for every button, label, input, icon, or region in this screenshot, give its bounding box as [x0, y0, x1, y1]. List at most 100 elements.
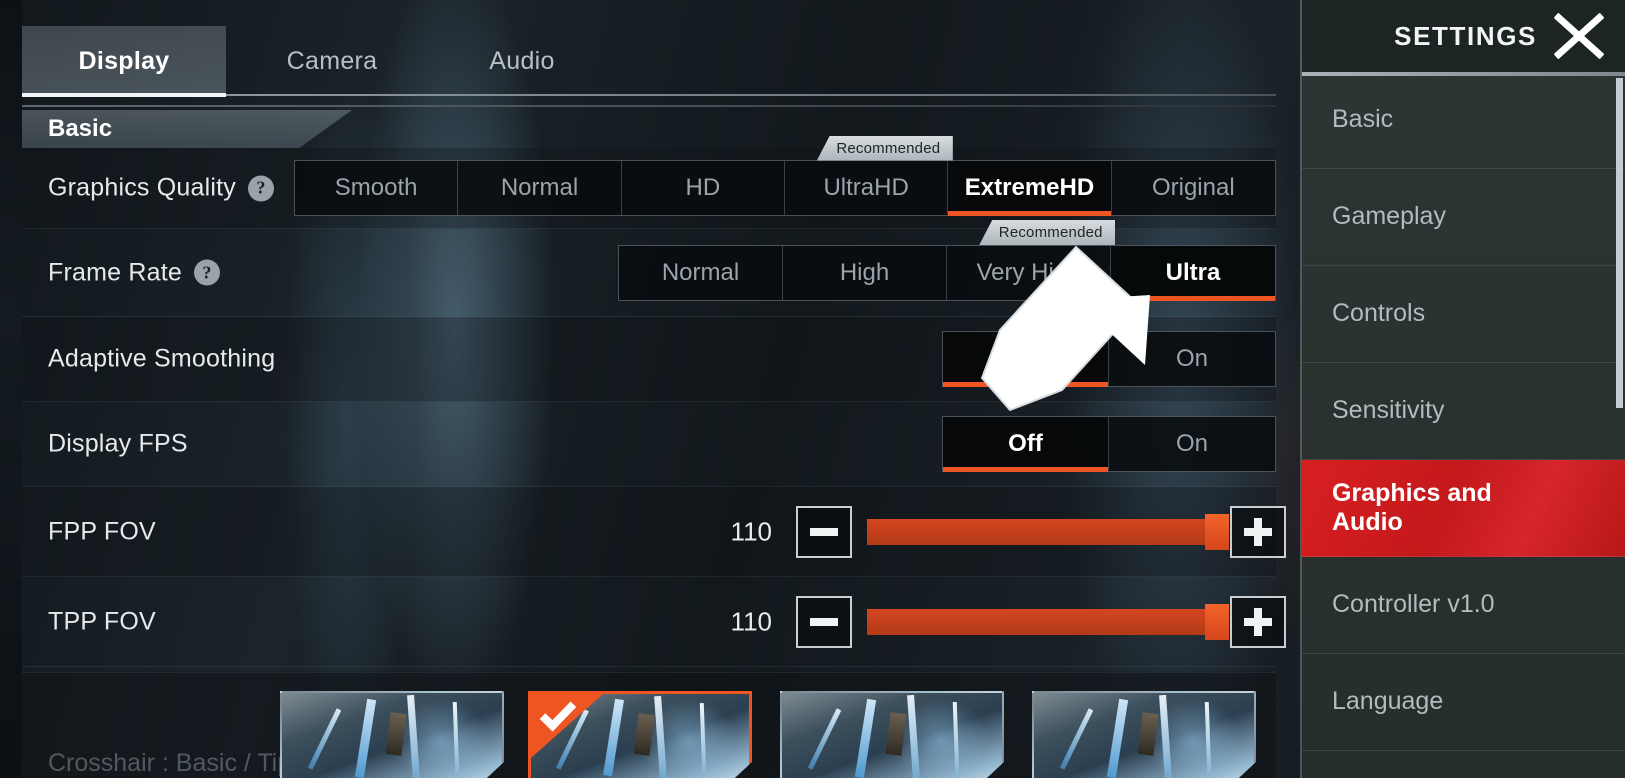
- tab-bar: Display Camera Audio: [22, 0, 1300, 107]
- option-high[interactable]: High: [783, 245, 947, 300]
- crosshair-thumbnail[interactable]: [1032, 691, 1256, 778]
- sidebar-item-label: Basic: [1332, 105, 1394, 134]
- sidebar-item-graphics-and-audio[interactable]: Graphics and Audio: [1302, 460, 1625, 557]
- setting-label-text: Adaptive Smoothing: [48, 344, 276, 373]
- setting-label-display-fps: Display FPS: [48, 430, 188, 459]
- crosshair-thumbnail[interactable]: [528, 691, 752, 778]
- crosshair-thumbnails-row: Crosshair : Basic / Tip: [22, 672, 1276, 778]
- sidebar-item-label: Controller v1.0: [1332, 590, 1495, 619]
- plus-icon[interactable]: [1230, 505, 1286, 558]
- segmented-control-graphics-quality: Smooth Normal HD UltraHD ExtremeHD Original: [294, 160, 1276, 216]
- slider-thumb[interactable]: [1205, 603, 1229, 640]
- left-rail: [0, 0, 22, 778]
- setting-row-fpp-fov: FPP FOV 110: [22, 487, 1286, 577]
- settings-content-panel: Display Camera Audio Basic Graphics Qualit…: [22, 0, 1300, 778]
- segmented-control-display-fps: Off On: [942, 416, 1276, 472]
- option-extremehd[interactable]: ExtremeHD: [948, 161, 1112, 216]
- setting-label-text: Graphics Quality: [48, 173, 236, 202]
- setting-row-graphics-quality: Graphics Quality? Smooth Normal HD UltraHD Ex…: [22, 135, 1276, 229]
- setting-row-display-fps: Display FPS Off On: [22, 402, 1276, 487]
- crosshair-art: [1158, 694, 1172, 778]
- slider-thumb[interactable]: [1205, 513, 1229, 550]
- tab-display[interactable]: Display: [22, 26, 226, 96]
- sidebar-item-controller-v1-0[interactable]: Controller v1.0: [1302, 557, 1625, 654]
- setting-label-graphics-quality: Graphics Quality?: [48, 174, 274, 203]
- tab-camera[interactable]: Camera: [252, 26, 412, 96]
- sidebar-item-controls[interactable]: Controls: [1302, 266, 1625, 363]
- tab-bar-divider: [226, 94, 1276, 96]
- recommended-badge: Recommended: [816, 135, 953, 161]
- sidebar-item-label: Graphics and Audio: [1332, 478, 1492, 537]
- setting-label-text: Frame Rate: [48, 258, 182, 286]
- setting-label-frame-rate: Frame Rate?: [48, 258, 220, 287]
- crosshair-art: [355, 698, 377, 778]
- option-normal[interactable]: Normal: [458, 161, 622, 215]
- option-ultrahd[interactable]: UltraHD: [784, 161, 949, 215]
- sidebar-item-label: Gameplay: [1332, 202, 1446, 231]
- option-on[interactable]: On: [1109, 417, 1275, 471]
- plus-icon[interactable]: [1230, 595, 1286, 648]
- sidebar-item-sensitivity[interactable]: Sensitivity: [1302, 363, 1625, 460]
- crosshair-art: [699, 702, 707, 774]
- option-normal[interactable]: Normal: [619, 245, 783, 300]
- crosshair-art: [385, 712, 407, 757]
- close-icon[interactable]: [1551, 10, 1607, 62]
- crosshair-art: [906, 694, 920, 778]
- tab-bar-divider-secondary: [22, 105, 1276, 107]
- crosshair-art: [603, 699, 625, 778]
- sidebar-item-label: Controls: [1332, 299, 1426, 328]
- crosshair-thumbnail[interactable]: [780, 691, 1004, 778]
- settings-sidebar: SETTINGS Basic Gameplay Controls Sensitivit…: [1300, 0, 1625, 778]
- slider-track-fpp-fov[interactable]: [867, 513, 1229, 550]
- option-off[interactable]: Off: [943, 332, 1109, 387]
- crosshair-art: [406, 694, 420, 778]
- slider-value-tpp-fov: 110: [730, 606, 772, 636]
- minus-icon[interactable]: [796, 595, 852, 648]
- section-header-basic: Basic: [22, 110, 1276, 148]
- minus-icon[interactable]: [796, 505, 852, 558]
- section-header-label: Basic: [48, 115, 113, 142]
- option-ultra[interactable]: Ultra: [1111, 245, 1275, 301]
- crosshair-thumbnail[interactable]: [280, 691, 504, 778]
- setting-label-tpp-fov: TPP FOV: [48, 607, 156, 636]
- crosshair-art: [1107, 698, 1129, 778]
- option-hd[interactable]: HD: [621, 161, 785, 215]
- slider-fill: [867, 608, 1217, 635]
- crosshair-row-label: Crosshair : Basic / Tip: [48, 749, 292, 777]
- segmented-control-adaptive-smoothing: Off On: [942, 331, 1276, 387]
- option-smooth[interactable]: Smooth: [295, 161, 459, 215]
- recommended-badge: Recommended: [979, 220, 1116, 245]
- sidebar-item-basic[interactable]: Basic: [1302, 72, 1625, 169]
- setting-row-tpp-fov: TPP FOV 110: [22, 577, 1286, 667]
- help-icon[interactable]: ?: [193, 259, 220, 286]
- segmented-control-frame-rate: Normal High Very High Ultra: [618, 244, 1276, 301]
- slider-fill: [867, 518, 1217, 545]
- option-on[interactable]: On: [1109, 332, 1275, 386]
- sidebar-item-gameplay[interactable]: Gameplay: [1302, 169, 1625, 266]
- crosshair-art: [654, 695, 668, 778]
- settings-screen: Display Camera Audio Basic Graphics Qualit…: [0, 0, 1625, 778]
- option-very-high[interactable]: Very High: [947, 245, 1111, 300]
- slider-track-tpp-fov[interactable]: [867, 603, 1229, 640]
- crosshair-art: [807, 708, 841, 770]
- setting-label-text: TPP FOV: [48, 607, 156, 635]
- option-off[interactable]: Off: [943, 417, 1109, 472]
- help-icon[interactable]: ?: [248, 175, 274, 201]
- tab-audio[interactable]: Audio: [452, 26, 592, 96]
- crosshair-art: [307, 708, 341, 770]
- sidebar-scrollbar[interactable]: [1616, 78, 1623, 408]
- sidebar-title: SETTINGS: [1394, 20, 1537, 51]
- crosshair-art: [1137, 712, 1159, 757]
- option-original[interactable]: Original: [1111, 161, 1275, 215]
- sidebar-item-label: Sensitivity: [1332, 396, 1445, 425]
- sidebar-item-label: Language: [1332, 687, 1444, 716]
- crosshair-art: [855, 698, 877, 778]
- crosshair-art: [452, 702, 459, 774]
- setting-label-fpp-fov: FPP FOV: [48, 517, 156, 546]
- setting-row-adaptive-smoothing: Adaptive Smoothing Off On: [22, 317, 1276, 402]
- crosshair-art: [633, 712, 655, 757]
- tab-active-underline: [22, 93, 226, 97]
- sidebar-item-language[interactable]: Language: [1302, 654, 1625, 751]
- crosshair-art: [952, 702, 959, 774]
- crosshair-art: [1059, 708, 1093, 770]
